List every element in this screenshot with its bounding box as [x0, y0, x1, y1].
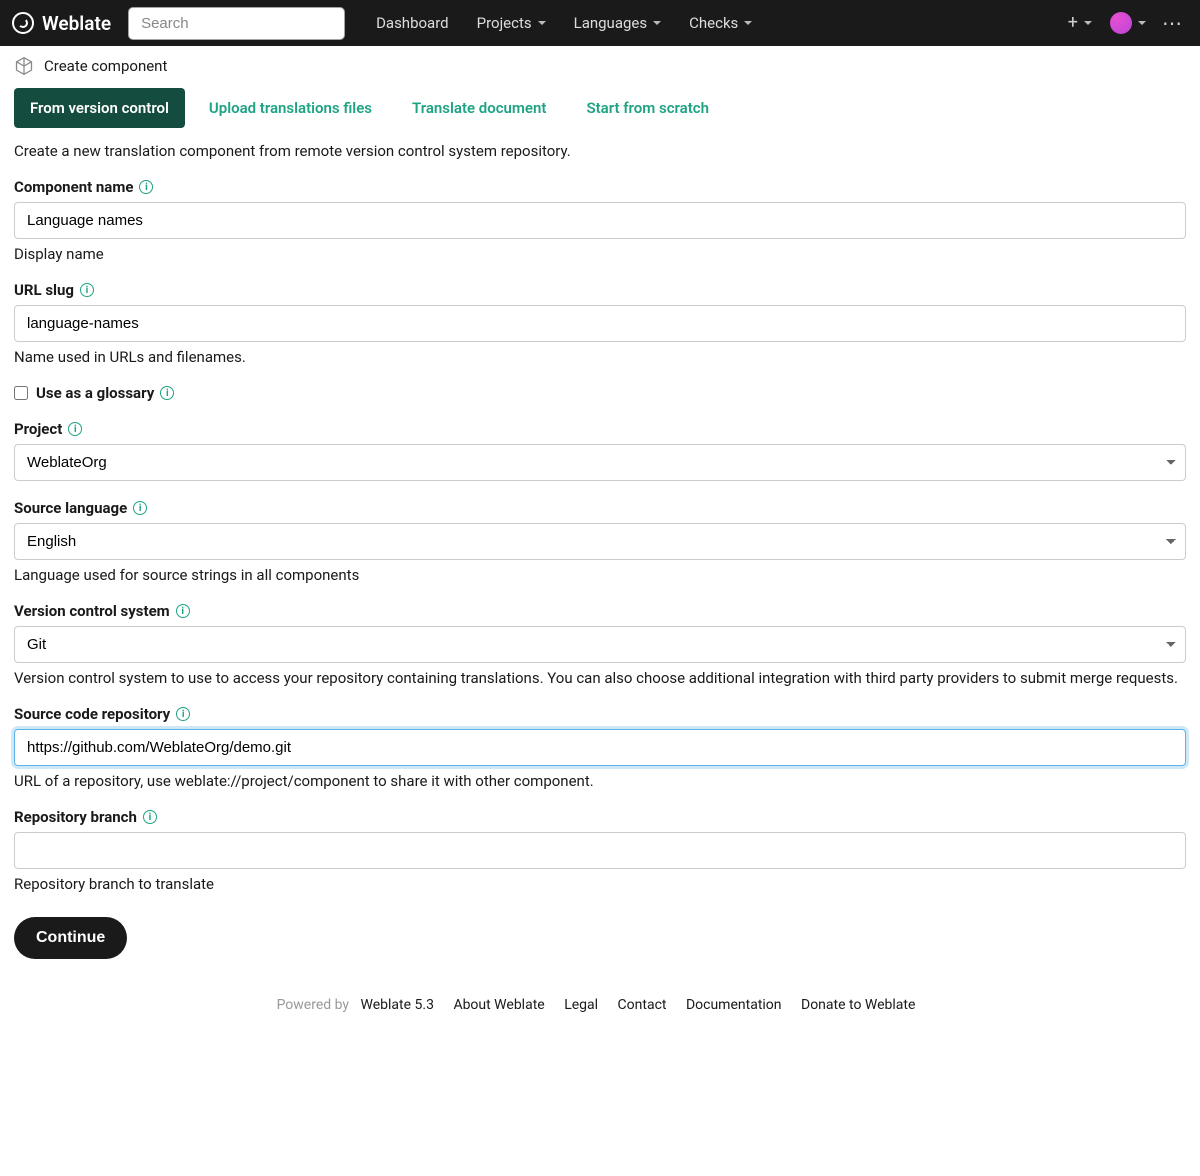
help-icon[interactable]: i — [160, 386, 174, 400]
nav-links: Dashboard Projects Languages Checks — [362, 2, 1062, 44]
label-glossary: Use as a glossary — [36, 384, 154, 402]
input-url-slug[interactable] — [14, 305, 1186, 342]
tabs: From version control Upload translations… — [0, 84, 1200, 142]
help-icon[interactable]: i — [176, 707, 190, 721]
help-repo: URL of a repository, use weblate://proje… — [14, 772, 1186, 790]
checkbox-glossary[interactable] — [14, 386, 28, 400]
add-button[interactable]: + — [1062, 8, 1098, 38]
nav-right: + ⋯ — [1062, 7, 1188, 39]
select-source-language[interactable]: English — [14, 523, 1186, 560]
form-content: Create a new translation component from … — [0, 142, 1200, 979]
footer-contact-link[interactable]: Contact — [618, 997, 667, 1013]
label-branch: Repository branch — [14, 808, 137, 826]
nav-projects[interactable]: Projects — [463, 2, 560, 44]
help-icon[interactable]: i — [68, 422, 82, 436]
weblate-logo-icon — [12, 12, 34, 34]
tab-from-vcs[interactable]: From version control — [14, 88, 185, 128]
avatar — [1110, 12, 1132, 34]
caret-down-icon — [538, 21, 546, 25]
dots-icon: ⋯ — [1162, 11, 1184, 35]
field-branch: Repository branch i Repository branch to… — [14, 808, 1186, 893]
field-project: Project i WeblateOrg — [14, 420, 1186, 481]
help-url-slug: Name used in URLs and filenames. — [14, 348, 1186, 366]
user-menu[interactable] — [1110, 12, 1146, 34]
help-vcs: Version control system to use to access … — [14, 669, 1186, 687]
help-icon[interactable]: i — [143, 810, 157, 824]
field-component-name: Component name i Display name — [14, 178, 1186, 263]
plus-icon: + — [1068, 14, 1078, 32]
input-branch[interactable] — [14, 832, 1186, 869]
intro-text: Create a new translation component from … — [14, 142, 1186, 160]
label-vcs: Version control system — [14, 602, 170, 620]
field-glossary: Use as a glossary i — [14, 384, 1186, 402]
help-branch: Repository branch to translate — [14, 875, 1186, 893]
caret-down-icon — [1138, 21, 1146, 25]
help-source-language: Language used for source strings in all … — [14, 566, 1186, 584]
footer-powered-by: Powered by — [277, 997, 353, 1013]
select-project[interactable]: WeblateOrg — [14, 444, 1186, 481]
caret-down-icon — [744, 21, 752, 25]
footer-about-link[interactable]: About Weblate — [453, 997, 544, 1013]
input-component-name[interactable] — [14, 202, 1186, 239]
footer-weblate-link[interactable]: Weblate 5.3 — [361, 997, 434, 1013]
help-icon[interactable]: i — [176, 604, 190, 618]
tab-scratch[interactable]: Start from scratch — [570, 88, 725, 128]
breadcrumb-title: Create component — [44, 57, 167, 75]
help-component-name: Display name — [14, 245, 1186, 263]
field-url-slug: URL slug i Name used in URLs and filenam… — [14, 281, 1186, 366]
label-url-slug: URL slug — [14, 281, 74, 299]
brand[interactable]: Weblate — [12, 12, 111, 35]
label-repo: Source code repository — [14, 705, 170, 723]
nav-languages[interactable]: Languages — [560, 2, 676, 44]
footer: Powered by Weblate 5.3 About Weblate Leg… — [0, 979, 1200, 1043]
component-icon — [14, 56, 34, 76]
field-repo: Source code repository i URL of a reposi… — [14, 705, 1186, 790]
field-vcs: Version control system i Git Version con… — [14, 602, 1186, 687]
footer-docs-link[interactable]: Documentation — [686, 997, 782, 1013]
nav-dashboard[interactable]: Dashboard — [362, 2, 463, 44]
help-icon[interactable]: i — [80, 283, 94, 297]
field-source-language: Source language i English Language used … — [14, 499, 1186, 584]
label-component-name: Component name — [14, 178, 133, 196]
brand-text: Weblate — [42, 12, 111, 35]
more-menu[interactable]: ⋯ — [1158, 7, 1188, 39]
breadcrumb: Create component — [0, 46, 1200, 84]
help-icon[interactable]: i — [139, 180, 153, 194]
input-repo[interactable] — [14, 729, 1186, 766]
tab-upload[interactable]: Upload translations files — [193, 88, 388, 128]
caret-down-icon — [653, 21, 661, 25]
footer-legal-link[interactable]: Legal — [564, 997, 598, 1013]
search-input[interactable] — [129, 8, 344, 39]
tab-translate-doc[interactable]: Translate document — [396, 88, 562, 128]
help-icon[interactable]: i — [133, 501, 147, 515]
select-vcs[interactable]: Git — [14, 626, 1186, 663]
nav-checks[interactable]: Checks — [675, 2, 766, 44]
label-project: Project — [14, 420, 62, 438]
continue-button[interactable]: Continue — [14, 917, 127, 959]
navbar: Weblate Dashboard Projects Languages Che… — [0, 0, 1200, 46]
caret-down-icon — [1084, 21, 1092, 25]
footer-donate-link[interactable]: Donate to Weblate — [801, 997, 915, 1013]
label-source-language: Source language — [14, 499, 127, 517]
